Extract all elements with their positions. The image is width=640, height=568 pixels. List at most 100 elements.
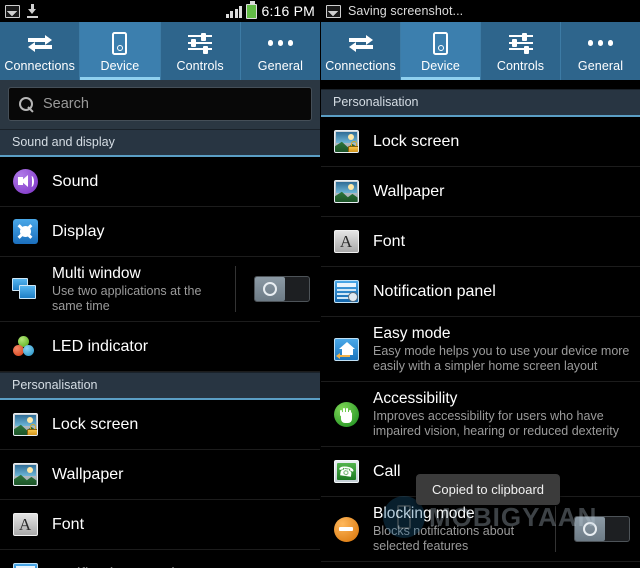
list-item-title: Multi window <box>52 265 141 282</box>
tab-controls[interactable]: Controls <box>481 22 561 80</box>
controls-icon <box>188 30 213 56</box>
font-icon: A <box>331 227 361 257</box>
list-item-blocking-mode[interactable]: Blocking mode Blocks notifications about… <box>321 497 640 562</box>
tab-device[interactable]: Device <box>80 22 161 80</box>
search-icon <box>19 96 34 112</box>
list-item-title: Sound <box>52 173 99 190</box>
status-clock: 6:16 PM <box>261 3 315 19</box>
display-icon <box>10 217 40 247</box>
led-indicator-icon <box>10 332 40 362</box>
right-tab-bar: Connections Device Controls General <box>321 22 640 80</box>
status-system-icons: 6:16 PM <box>225 1 315 19</box>
tab-connections[interactable]: Connections <box>321 22 401 80</box>
image-icon <box>326 4 341 18</box>
search-bar-container: Search <box>0 80 320 129</box>
left-tab-bar: Connections Device Controls General <box>0 22 320 80</box>
tab-label: Controls <box>496 59 545 73</box>
left-settings-list[interactable]: Sound and display Sound Display Multi wi <box>0 129 320 568</box>
tab-label: Connections <box>4 59 75 73</box>
toast-text: Copied to clipboard <box>432 482 545 497</box>
list-item-title: Wallpaper <box>373 183 445 200</box>
easy-mode-icon <box>331 334 361 364</box>
sound-icon <box>10 167 40 197</box>
scrolled-row-sliver <box>321 80 640 89</box>
list-item-notification-panel[interactable]: Notification panel <box>321 267 640 317</box>
tab-label: General <box>577 59 624 73</box>
list-item-title: Display <box>52 223 105 240</box>
tab-label: General <box>257 59 303 73</box>
search-input[interactable]: Search <box>8 87 312 121</box>
tab-controls[interactable]: Controls <box>161 22 241 80</box>
tab-label: Device <box>421 59 460 73</box>
list-item-sound[interactable]: Sound <box>0 157 320 207</box>
list-item-lock-screen[interactable]: Lock screen <box>0 400 320 450</box>
row-divider <box>235 266 236 312</box>
list-item-font[interactable]: A Font <box>321 217 640 267</box>
list-item-title: Font <box>52 516 85 533</box>
status-notification-icons: Saving screenshot... <box>326 4 463 18</box>
signal-bars-icon <box>225 5 243 18</box>
list-item-title: Accessibility <box>373 390 458 407</box>
battery-icon <box>246 1 258 19</box>
list-item-font[interactable]: A Font <box>0 500 320 550</box>
tab-general[interactable]: General <box>561 22 640 80</box>
list-item-subtitle: Easy mode helps you to use your device m… <box>373 344 630 373</box>
lock-screen-icon <box>10 410 40 440</box>
general-icon <box>267 30 294 56</box>
list-item-title: Lock screen <box>52 416 139 433</box>
notification-panel-icon <box>331 277 361 307</box>
list-item-subtitle: Blocks notifications about selected feat… <box>373 524 515 553</box>
wallpaper-icon <box>10 460 40 490</box>
toast-copied-to-clipboard: Copied to clipboard <box>416 474 561 505</box>
list-item-easy-mode[interactable]: Easy mode Easy mode helps you to use you… <box>321 317 640 382</box>
right-phone-screen: Saving screenshot... Connections Device … <box>320 0 640 568</box>
tab-general[interactable]: General <box>241 22 320 80</box>
status-notification-icons <box>5 4 38 18</box>
left-status-bar: 6:16 PM <box>0 0 320 22</box>
search-placeholder: Search <box>43 96 89 112</box>
row-divider <box>555 506 556 552</box>
list-item-subtitle: Use two applications at the same time <box>52 284 202 313</box>
call-icon: ☎ <box>331 457 361 487</box>
left-phone-screen: 6:16 PM Connections Device Controls Gene… <box>0 0 320 568</box>
device-icon <box>433 30 448 56</box>
tab-label: Controls <box>176 59 224 73</box>
section-header-personalisation: Personalisation <box>321 89 640 117</box>
blocking-mode-icon <box>331 514 361 544</box>
font-icon: A <box>10 510 40 540</box>
list-item-subtitle: Improves accessibility for users who hav… <box>373 409 619 438</box>
wallpaper-icon <box>331 177 361 207</box>
list-item-title: Easy mode <box>373 325 451 342</box>
connections-icon <box>27 30 52 56</box>
connections-icon <box>348 30 373 56</box>
list-item-title: Font <box>373 233 406 250</box>
device-icon <box>112 30 128 56</box>
multi-window-toggle[interactable] <box>254 276 310 302</box>
image-icon <box>5 4 20 18</box>
notification-panel-icon <box>10 560 40 568</box>
right-status-bar: Saving screenshot... <box>321 0 640 22</box>
list-item-display[interactable]: Display <box>0 207 320 257</box>
list-item-accessibility[interactable]: Accessibility Improves accessibility for… <box>321 382 640 447</box>
list-item-led-indicator[interactable]: LED indicator <box>0 322 320 372</box>
list-item-title: Lock screen <box>373 133 460 150</box>
list-item-title: LED indicator <box>52 338 149 355</box>
tab-connections[interactable]: Connections <box>0 22 81 80</box>
list-item-wallpaper[interactable]: Wallpaper <box>0 450 320 500</box>
list-item-lock-screen[interactable]: Lock screen <box>321 117 640 167</box>
tab-label: Connections <box>325 59 396 73</box>
list-item-wallpaper[interactable]: Wallpaper <box>321 167 640 217</box>
list-item-title: Notification panel <box>373 283 496 300</box>
dual-screenshot-composite: 6:16 PM Connections Device Controls Gene… <box>0 0 640 568</box>
download-icon <box>27 4 38 18</box>
list-item-title: Call <box>373 463 401 480</box>
controls-icon <box>508 30 533 56</box>
tab-device[interactable]: Device <box>401 22 481 80</box>
list-item-title: Blocking mode <box>373 505 475 522</box>
list-item-title: Wallpaper <box>52 466 124 483</box>
list-item-notification-panel[interactable]: Notification panel <box>0 550 320 568</box>
multi-window-icon <box>10 274 40 304</box>
list-item-multi-window[interactable]: Multi window Use two applications at the… <box>0 257 320 322</box>
general-icon <box>587 30 614 56</box>
blocking-mode-toggle[interactable] <box>574 516 630 542</box>
